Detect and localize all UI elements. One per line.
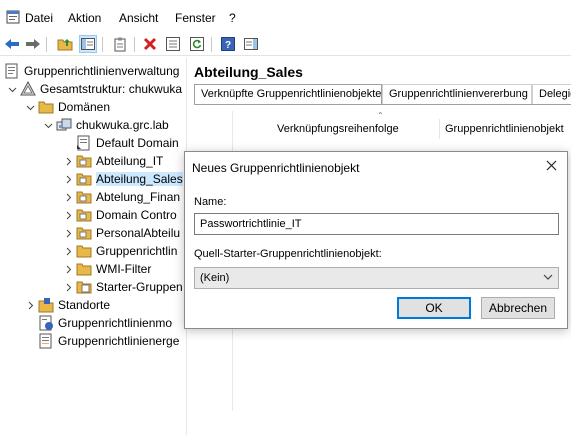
tree-item-personal-abteilung[interactable]: PersonalAbteilu: [62, 224, 180, 242]
chevron-down-icon[interactable]: [42, 119, 54, 131]
modeling-icon: [38, 315, 54, 331]
chevron-right-icon[interactable]: [62, 227, 74, 239]
tree-item-domains[interactable]: Domänen: [24, 98, 110, 116]
svg-text:?: ?: [225, 40, 231, 51]
app-icon: [6, 10, 20, 24]
tab-inheritance[interactable]: Gruppenrichtlinienvererbung: [382, 84, 532, 104]
delete-icon[interactable]: [141, 35, 159, 53]
tab-delegation[interactable]: Delegie: [532, 84, 571, 104]
gpo-link-icon: [76, 135, 92, 151]
ou-folder-icon: [76, 171, 92, 187]
starter-gpo-select[interactable]: (Kein): [194, 267, 559, 289]
tree-item-gpo-container[interactable]: Gruppenrichtlin: [62, 242, 177, 260]
chevron-right-icon[interactable]: [62, 263, 74, 275]
console-tree: Gruppenrichtlinienverwaltung Gesamtstruk…: [0, 58, 184, 435]
tree-item-domain[interactable]: chukwuka.grc.lab: [42, 116, 169, 134]
menu-fenster[interactable]: Fenster: [175, 11, 216, 25]
chevron-right-icon[interactable]: [62, 281, 74, 293]
properties-icon[interactable]: [164, 35, 182, 53]
chevron-down-icon[interactable]: [6, 83, 18, 95]
tree-item-abteilung-sales[interactable]: Abteilung_Sales: [62, 170, 183, 188]
tree-item-starter-gpo[interactable]: Starter-Gruppen: [62, 278, 183, 296]
clipboard-icon[interactable]: [111, 35, 129, 53]
menu-ansicht[interactable]: Ansicht: [119, 11, 158, 25]
sort-up-icon: ⌃: [377, 111, 384, 120]
menu-bar: Datei Aktion Ansicht Fenster ?: [0, 0, 571, 34]
ou-folder-icon: [76, 225, 92, 241]
new-gpo-dialog: Neues Gruppenrichtlinienobjekt Name: Pas…: [184, 151, 568, 329]
tree-label: Gruppenrichtlinienerge: [58, 334, 180, 348]
tree-label: Domain Contro: [96, 208, 177, 222]
domain-icon: [56, 117, 72, 133]
tree-label: Default Domain: [96, 136, 179, 150]
tree-item-abteilung-it[interactable]: Abteilung_IT: [62, 152, 163, 170]
chevron-right-icon[interactable]: [62, 173, 74, 185]
refresh-icon[interactable]: [188, 35, 206, 53]
tree-item-sites[interactable]: Standorte: [24, 296, 110, 314]
tree-label: Gruppenrichtlin: [96, 244, 178, 258]
show-hide-tree-icon[interactable]: [79, 35, 97, 53]
forest-icon: [20, 81, 36, 97]
menu-aktion[interactable]: Aktion: [68, 11, 101, 25]
tree-label: WMI-Filter: [96, 262, 152, 276]
gpm-icon: [4, 63, 20, 79]
chevron-right-icon[interactable]: [62, 155, 74, 167]
chevron-right-icon[interactable]: [62, 245, 74, 257]
ok-button[interactable]: OK: [397, 297, 471, 319]
tree-label: chukwuka.grc.lab: [76, 118, 169, 132]
starter-gpo-label: Quell-Starter-Gruppenrichtlinienobjekt:: [194, 248, 382, 260]
back-icon[interactable]: [3, 35, 21, 53]
menu-help[interactable]: ?: [229, 11, 236, 25]
folder-icon: [38, 99, 54, 115]
details-title: Abteilung_Sales: [194, 64, 303, 80]
column-gpo[interactable]: Gruppenrichtlinienobjekt: [445, 123, 564, 135]
chevron-right-icon[interactable]: [62, 191, 74, 203]
tree-item-modeling[interactable]: Gruppenrichtlinienmo: [38, 314, 172, 332]
name-label: Name:: [194, 196, 227, 208]
starter-gpo-value: (Kein): [200, 272, 230, 284]
name-input[interactable]: Passwortrichtlinie_IT: [194, 213, 559, 235]
details-tabs: Verknüpfte Gruppenrichtlinienobjekte Gru…: [194, 84, 571, 105]
folder-icon: [76, 243, 92, 259]
ou-folder-icon: [76, 207, 92, 223]
tree-label: Standorte: [58, 298, 111, 312]
chevron-right-icon[interactable]: [62, 209, 74, 221]
tree-label: Abteilung_Sales: [96, 172, 183, 186]
tree-label: Abteilung_IT: [96, 154, 164, 168]
tree-label: Starter-Gruppen: [96, 280, 183, 294]
chevron-down-icon[interactable]: [24, 101, 36, 113]
help-icon[interactable]: ?: [219, 35, 237, 53]
sites-icon: [38, 297, 54, 313]
column-link-order[interactable]: Verknüpfungsreihenfolge: [277, 123, 399, 135]
tree-item-results[interactable]: Gruppenrichtlinienerge: [38, 332, 179, 350]
ou-folder-icon: [76, 189, 92, 205]
ou-folder-icon: [76, 153, 92, 169]
tree-item-domain-controllers[interactable]: Domain Contro: [62, 206, 177, 224]
close-icon[interactable]: [543, 157, 559, 173]
tree-item-root[interactable]: Gruppenrichtlinienverwaltung: [4, 62, 179, 80]
tree-label: PersonalAbteilu: [96, 226, 181, 240]
up-folder-icon[interactable]: [56, 35, 74, 53]
tree-item-forest[interactable]: Gesamtstruktur: chukwuka: [6, 80, 182, 98]
tab-linked-gpos[interactable]: Verknüpfte Gruppenrichtlinienobjekte: [194, 84, 382, 105]
toolbar: ?: [0, 34, 571, 56]
dialog-title: Neues Gruppenrichtlinienobjekt: [192, 161, 360, 175]
tree-label: Abtelung_Finan: [96, 190, 181, 204]
tree-item-default-domain[interactable]: Default Domain: [76, 134, 179, 152]
folder-icon: [76, 261, 92, 277]
chevron-down-icon: [543, 272, 553, 285]
chevron-right-icon[interactable]: [24, 299, 36, 311]
results-icon: [38, 333, 54, 349]
tree-label: Gesamtstruktur: chukwuka: [40, 82, 183, 96]
cancel-button[interactable]: Abbrechen: [481, 297, 555, 319]
tree-label: Gruppenrichtlinienverwaltung: [24, 64, 180, 78]
forward-icon[interactable]: [24, 35, 42, 53]
tree-item-wmi-filter[interactable]: WMI-Filter: [62, 260, 151, 278]
action-pane-icon[interactable]: [242, 35, 260, 53]
tree-label: Gruppenrichtlinienmo: [58, 316, 173, 330]
folder-icon: [76, 279, 92, 295]
tree-item-abtelung-finan[interactable]: Abtelung_Finan: [62, 188, 180, 206]
tree-label: Domänen: [58, 100, 111, 114]
menu-datei[interactable]: Datei: [25, 11, 53, 25]
